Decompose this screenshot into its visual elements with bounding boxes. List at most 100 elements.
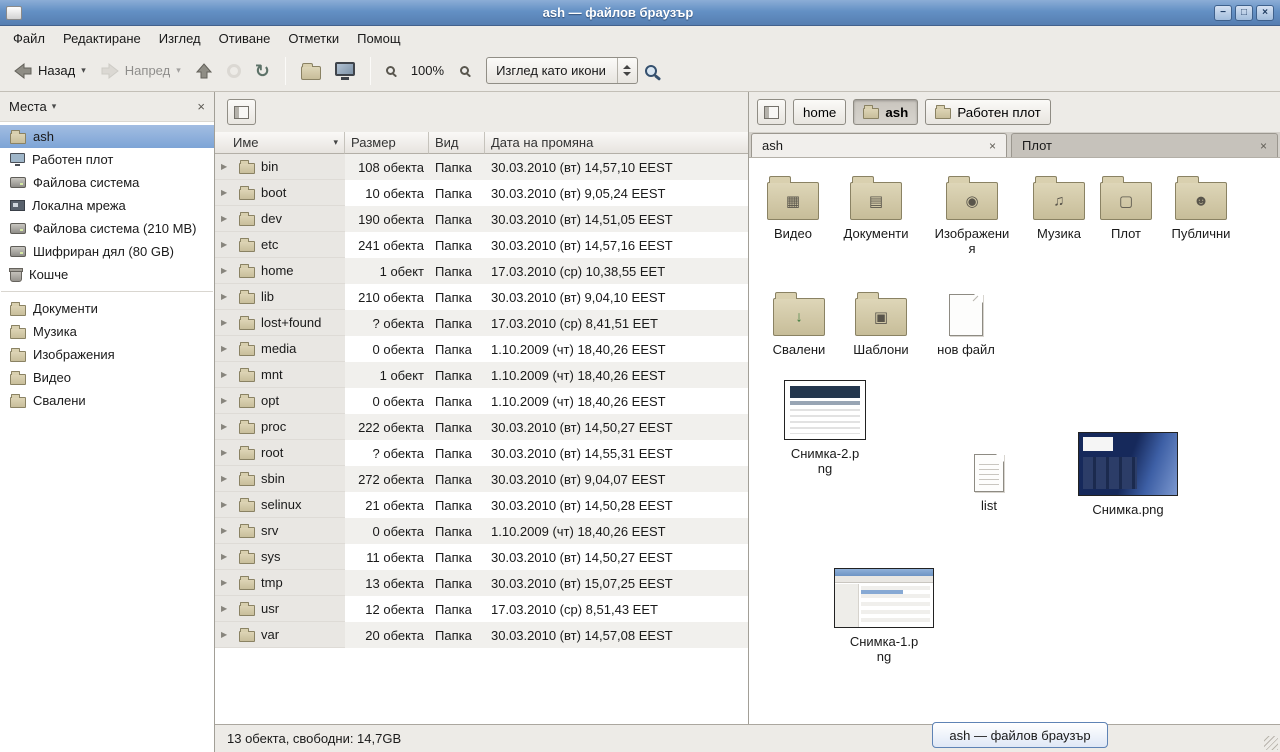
stop-button[interactable] [220,55,248,87]
sidebar-switcher-icon[interactable]: ▾ [52,101,57,112]
expander-icon[interactable]: ▶ [221,630,233,639]
home-button[interactable] [294,55,328,87]
path-home-button[interactable]: home [793,99,846,125]
pane-location-button[interactable] [227,99,256,125]
sidebar-item-filesystem[interactable]: Файлова система [0,171,214,194]
menu-help[interactable]: Помощ [348,28,409,49]
expander-icon[interactable]: ▶ [221,188,233,197]
folder-desktop[interactable]: ▢ Плот [1090,174,1162,241]
sidebar-item-filesystem-210mb[interactable]: Файлова система (210 MB) [0,217,214,240]
tree-row-tmp[interactable]: ▶tmp13 обектаПапка30.03.2010 (вт) 15,07,… [215,570,748,596]
tree-row-dev[interactable]: ▶dev190 обектаПапка30.03.2010 (вт) 14,51… [215,206,748,232]
menu-go[interactable]: Отиване [210,28,280,49]
tree-row-mnt[interactable]: ▶mnt1 обектПапка1.10.2009 (чт) 18,40,26 … [215,362,748,388]
expander-icon[interactable]: ▶ [221,552,233,561]
expander-icon[interactable]: ▶ [221,266,233,275]
back-history-dropdown-icon[interactable]: ▾ [81,65,86,76]
menu-view[interactable]: Изглед [150,28,210,49]
maximize-button[interactable]: □ [1235,5,1253,21]
sidebar-item-downloads[interactable]: Свалени [0,389,214,412]
tree-row-home[interactable]: ▶home1 обектПапка17.03.2010 (ср) 10,38,5… [215,258,748,284]
folder-images[interactable]: ◉ Изображения [934,174,1010,256]
combo-arrows-icon[interactable] [617,58,637,83]
sidebar-item-trash[interactable]: Кошче [0,263,214,286]
tab-close-icon[interactable]: × [1260,139,1267,153]
tab-ash[interactable]: ash × [751,133,1007,157]
minimize-button[interactable]: − [1214,5,1232,21]
sidebar-item-desktop[interactable]: Работен плот [0,148,214,171]
expander-icon[interactable]: ▶ [221,162,233,171]
tree-row-selinux[interactable]: ▶selinux21 обектаПапка30.03.2010 (вт) 14… [215,492,748,518]
thumbnail-snimka[interactable]: Снимка.png [1077,432,1179,517]
tree-row-bin[interactable]: ▶bin108 обектаПапка30.03.2010 (вт) 14,57… [215,154,748,180]
path-root-button[interactable] [757,99,786,125]
expander-icon[interactable]: ▶ [221,578,233,587]
column-header-name[interactable]: Име ▾ [215,132,345,154]
tree-row-media[interactable]: ▶media0 обектаПапка1.10.2009 (чт) 18,40,… [215,336,748,362]
expander-icon[interactable]: ▶ [221,214,233,223]
sidebar-item-encrypted-80gb[interactable]: Шифриран дял (80 GB) [0,240,214,263]
tree-row-proc[interactable]: ▶proc222 обектаПапка30.03.2010 (вт) 14,5… [215,414,748,440]
search-button[interactable] [638,55,664,87]
resize-grip[interactable] [1264,736,1278,750]
folder-templates[interactable]: ▣ Шаблони [841,290,921,357]
tree-row-usr[interactable]: ▶usr12 обектаПапка17.03.2010 (ср) 8,51,4… [215,596,748,622]
folder-downloads[interactable]: ↓ Свалени [759,290,839,357]
folder-documents[interactable]: ▤ Документи [834,174,918,241]
folder-public[interactable]: ☻ Публични [1159,174,1243,241]
column-header-type[interactable]: Вид [429,132,485,154]
close-button[interactable]: × [1256,5,1274,21]
file-list[interactable]: list [951,450,1027,513]
menu-file[interactable]: Файл [4,28,54,49]
menu-bookmarks[interactable]: Отметки [279,28,348,49]
thumbnail-snimka-2[interactable]: Снимка-2.png [782,380,868,476]
sidebar-item-music[interactable]: Музика [0,320,214,343]
tree-row-etc[interactable]: ▶etc241 обектаПапка30.03.2010 (вт) 14,57… [215,232,748,258]
expander-icon[interactable]: ▶ [221,604,233,613]
sidebar-item-documents[interactable]: Документи [0,297,214,320]
tree-row-boot[interactable]: ▶boot10 обектаПапка30.03.2010 (вт) 9,05,… [215,180,748,206]
tree-row-sys[interactable]: ▶sys11 обектаПапка30.03.2010 (вт) 14,50,… [215,544,748,570]
view-mode-select[interactable]: Изглед като икони [486,57,638,84]
zoom-out-button[interactable] [379,55,402,87]
forward-button[interactable]: Напред ▾ [93,55,188,87]
expander-icon[interactable]: ▶ [221,292,233,301]
sidebar-title[interactable]: Места [9,99,47,114]
tree-row-sbin[interactable]: ▶sbin272 обектаПапка30.03.2010 (вт) 9,04… [215,466,748,492]
tab-close-icon[interactable]: × [989,139,996,153]
expander-icon[interactable]: ▶ [221,526,233,535]
path-ash-button[interactable]: ash [853,99,918,125]
reload-button[interactable]: ↻ [248,55,277,87]
path-desktop-button[interactable]: Работен плот [925,99,1050,125]
tree-row-lost+found[interactable]: ▶lost+found? обектаПапка17.03.2010 (ср) … [215,310,748,336]
back-button[interactable]: Назад ▾ [6,55,93,87]
zoom-in-button[interactable] [453,55,476,87]
tab-plot[interactable]: Плот × [1011,133,1278,157]
icon-view[interactable]: ▦ Видео ▤ Документи ◉ Изображения ♫ [749,158,1280,724]
expander-icon[interactable]: ▶ [221,422,233,431]
sidebar-item-local-network[interactable]: Локална мрежа [0,194,214,217]
folder-video[interactable]: ▦ Видео [753,174,833,241]
expander-icon[interactable]: ▶ [221,344,233,353]
tree-row-opt[interactable]: ▶opt0 обектаПапка1.10.2009 (чт) 18,40,26… [215,388,748,414]
expander-icon[interactable]: ▶ [221,396,233,405]
column-header-size[interactable]: Размер [345,132,429,154]
expander-icon[interactable]: ▶ [221,448,233,457]
expander-icon[interactable]: ▶ [221,370,233,379]
expander-icon[interactable]: ▶ [221,474,233,483]
tree-row-lib[interactable]: ▶lib210 обектаПапка30.03.2010 (вт) 9,04,… [215,284,748,310]
tree-row-srv[interactable]: ▶srv0 обектаПапка1.10.2009 (чт) 18,40,26… [215,518,748,544]
tree-row-var[interactable]: ▶var20 обектаПапка30.03.2010 (вт) 14,57,… [215,622,748,648]
expander-icon[interactable]: ▶ [221,318,233,327]
expander-icon[interactable]: ▶ [221,240,233,249]
computer-button[interactable] [328,55,362,87]
file-new-file[interactable]: нов файл [926,290,1006,357]
thumbnail-snimka-1[interactable]: Снимка-1.png [833,568,935,664]
sidebar-item-video[interactable]: Видео [0,366,214,389]
sidebar-close-icon[interactable]: × [197,99,205,114]
folder-music[interactable]: ♫ Музика [1020,174,1098,241]
column-header-date[interactable]: Дата на промяна [485,132,748,154]
sidebar-item-ash[interactable]: ash [0,125,214,148]
window-list-button[interactable]: ash — файлов браузър [932,722,1108,748]
expander-icon[interactable]: ▶ [221,500,233,509]
